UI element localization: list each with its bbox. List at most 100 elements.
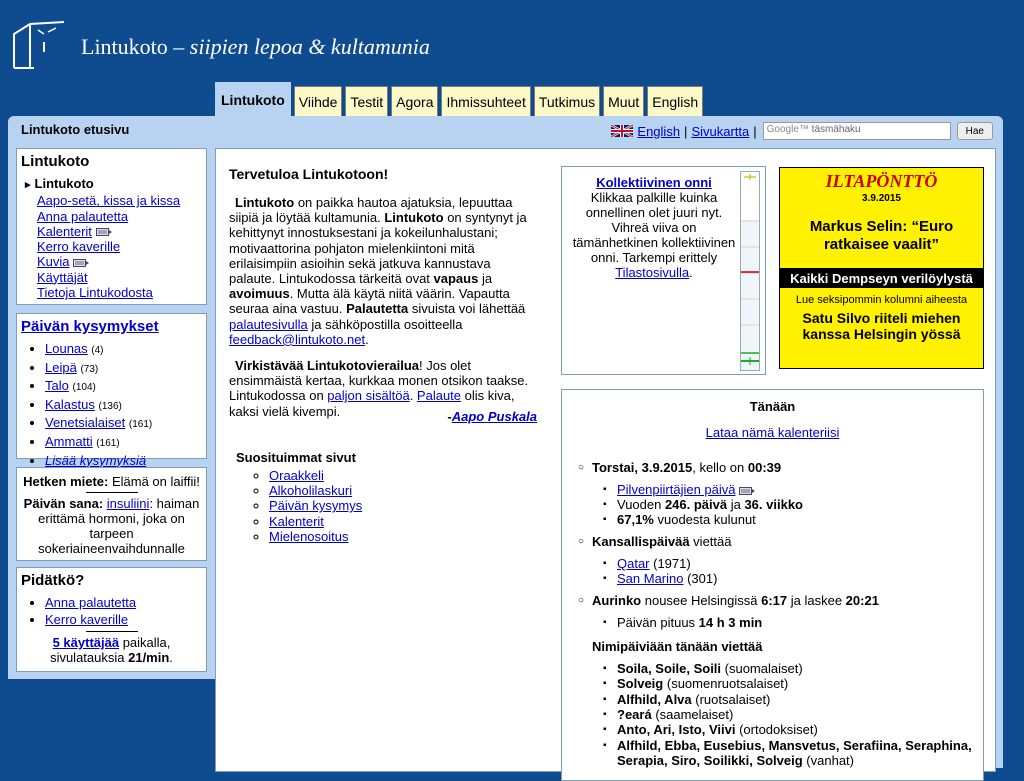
tab-viihde[interactable]: Viihde bbox=[293, 86, 343, 116]
tab-english[interactable]: English bbox=[647, 86, 704, 116]
iltapontto-ad[interactable]: ILTAPÖNTTÖ 3.9.2015 Markus Selin: “Euro … bbox=[779, 167, 984, 369]
word-label: Päivän sana: bbox=[23, 496, 104, 511]
like-tell-friend-link[interactable]: Kerro kaverille bbox=[45, 612, 128, 627]
question-item[interactable]: Kalastus bbox=[45, 397, 95, 412]
nav-item-aapo-seta[interactable]: Aapo-setä, kissa ja kissa bbox=[37, 193, 180, 208]
intro-bold: Virkistävää Lintukotovierailua bbox=[235, 358, 419, 374]
country-link[interactable]: Qatar bbox=[617, 556, 650, 571]
happiness-title-link[interactable]: Kollektiivinen onni bbox=[596, 175, 712, 190]
nameday-group: (saamelaiset) bbox=[651, 707, 734, 722]
popular-item[interactable]: Oraakkeli bbox=[269, 468, 324, 483]
page-rate-end: . bbox=[169, 650, 173, 666]
tab-ihmissuhteet[interactable]: Ihmissuhteet bbox=[441, 86, 531, 116]
popular-item[interactable]: Päivän kysymys bbox=[269, 498, 362, 513]
intro-text-part: sivuista voi lähettää bbox=[408, 301, 526, 317]
like-feedback-link[interactable]: Anna palautetta bbox=[45, 595, 136, 610]
feedback-link[interactable]: Palaute bbox=[417, 388, 461, 403]
today-date: Torstai, 3.9.2015 bbox=[592, 460, 693, 475]
nav-item-tietoja[interactable]: Tietoja Lintukodosta bbox=[37, 285, 153, 300]
popular-item[interactable]: Mielenosoitus bbox=[269, 529, 349, 544]
tab-testit[interactable]: Testit bbox=[345, 86, 389, 116]
popular-item[interactable]: Alkoholilaskuri bbox=[269, 483, 352, 498]
sun-text: ja laskee bbox=[787, 593, 846, 608]
nameday-group: (suomenruotsalaiset) bbox=[663, 676, 789, 691]
national-item: San Marino (301) bbox=[603, 571, 718, 586]
left-sidebar: Lintukoto Lintukoto Aapo-setä, kissa ja … bbox=[8, 144, 215, 679]
load-calendar-link[interactable]: Lataa nämä kalenteriisi bbox=[706, 425, 840, 440]
question-count: (73) bbox=[80, 363, 99, 375]
statistics-link[interactable]: Tilastosivulla bbox=[615, 265, 689, 280]
english-link[interactable]: English bbox=[637, 124, 680, 139]
tab-muut[interactable]: Muut bbox=[603, 86, 645, 116]
nameday-names: Solveig bbox=[617, 676, 664, 691]
users-online-link[interactable]: 5 käyttäjää bbox=[53, 635, 120, 650]
nav-item-anna-palautetta[interactable]: Anna palautetta bbox=[37, 209, 128, 224]
sunrise-time: 6:17 bbox=[761, 593, 788, 608]
question-count: (161) bbox=[96, 437, 120, 449]
nav-list: Lintukoto Aapo-setä, kissa ja kissa Anna… bbox=[17, 176, 206, 300]
like-list: Anna palautetta Kerro kaverille bbox=[17, 595, 206, 628]
happiness-text: Kollektiivinen onni Klikkaa palkille kui… bbox=[570, 175, 738, 280]
cloud-day-link[interactable]: Pilvenpiirtäjien päivä bbox=[617, 482, 736, 497]
country-link[interactable]: San Marino bbox=[617, 571, 683, 586]
intro-bold: avoimuus bbox=[229, 286, 290, 302]
intro-bold: vapaus bbox=[433, 271, 479, 287]
intro-text-part: ja bbox=[478, 271, 493, 287]
nav-item-kuvia[interactable]: Kuvia bbox=[37, 254, 70, 269]
feedback-email-link[interactable]: feedback@lintukoto.net bbox=[229, 332, 365, 347]
nav-item-kalenterit[interactable]: Kalenterit bbox=[37, 224, 92, 239]
question-count: (104) bbox=[72, 382, 96, 394]
ad-title: ILTAPÖNTTÖ bbox=[825, 171, 938, 191]
intro-bold: Palautetta bbox=[346, 301, 409, 317]
intro-text-part: . bbox=[365, 331, 369, 347]
word-link[interactable]: insuliini bbox=[107, 496, 150, 511]
title-dash: – bbox=[167, 34, 190, 59]
ad-headline: Markus Selin: “Euro ratkaisee vaalit” bbox=[809, 218, 954, 253]
search-input[interactable]: Google™ täsmähaku bbox=[762, 122, 951, 140]
nav-box-title: Lintukoto bbox=[21, 153, 90, 170]
like-box: Pidätkö? Anna palautetta Kerro kaverille… bbox=[16, 567, 207, 672]
country-year: (301) bbox=[683, 571, 718, 586]
feed-icon bbox=[95, 228, 112, 237]
lintukoto-logo[interactable] bbox=[8, 20, 66, 72]
breadcrumb: Lintukoto etusivu bbox=[21, 122, 130, 137]
more-questions-link[interactable]: Lisää kysymyksiä bbox=[45, 453, 146, 468]
content-panel: Tervetuloa Lintukotoon! Lintukoto on pai… bbox=[215, 148, 996, 781]
tab-lintukoto[interactable]: Lintukoto bbox=[215, 82, 291, 116]
question-count: (161) bbox=[128, 419, 153, 431]
question-item[interactable]: Leipä bbox=[45, 360, 77, 375]
year-percent-line: 67,1% vuodesta kulunut bbox=[603, 512, 756, 527]
search-button[interactable]: Hae bbox=[956, 122, 993, 140]
questions-box-title[interactable]: Päivän kysymykset bbox=[21, 318, 159, 335]
feedback-page-link[interactable]: palautesivulla bbox=[229, 317, 308, 332]
nav-item-kayttajat[interactable]: Käyttäjät bbox=[37, 270, 88, 285]
intro-text-part: . bbox=[409, 388, 417, 404]
nameday-names: Anto, Ari, Isto, Viivi bbox=[617, 722, 736, 737]
main-tabs: Lintukoto Viihde Testit Agora Ihmissuhte… bbox=[215, 82, 706, 116]
nameday-names: ?eará bbox=[617, 707, 652, 722]
question-item[interactable]: Venetsialaiset bbox=[45, 415, 125, 430]
tab-tutkimus[interactable]: Tutkimus bbox=[533, 86, 601, 116]
question-item[interactable]: Talo bbox=[45, 378, 69, 393]
popular-item[interactable]: Kalenterit bbox=[269, 514, 324, 529]
questions-box: Päivän kysymykset Lounas (4) Leipä (73) … bbox=[16, 313, 207, 468]
questions-list: Lounas (4) Leipä (73) Talo (104) Kalastu… bbox=[17, 341, 206, 469]
main-area: Tervetuloa Lintukotoon! Lintukoto on pai… bbox=[215, 144, 1003, 781]
sun-line: Aurinko nousee Helsingissä 6:17 ja laske… bbox=[578, 593, 879, 608]
day-length-label: Päivän pituus bbox=[617, 615, 699, 630]
question-item[interactable]: Ammatti bbox=[45, 434, 93, 449]
happiness-bar[interactable] bbox=[740, 171, 760, 371]
sitemap-link[interactable]: Sivukartta bbox=[691, 124, 749, 139]
national-item: Qatar (1971) bbox=[603, 556, 691, 571]
tab-agora[interactable]: Agora bbox=[391, 86, 439, 116]
year-pre: Vuoden bbox=[617, 497, 665, 512]
signature-link[interactable]: Aapo Puskala bbox=[452, 409, 537, 424]
year-percent-text: vuodesta kulunut bbox=[653, 512, 756, 527]
welcome-title: Tervetuloa Lintukotoon! bbox=[229, 166, 389, 182]
nav-item-kerro-kaverille[interactable]: Kerro kaverille bbox=[37, 239, 120, 254]
nameday-group: (vanhat) bbox=[802, 753, 854, 769]
today-date-mid: , kello on bbox=[692, 460, 748, 475]
nameday-item: Solveig (suomenruotsalaiset) bbox=[603, 676, 977, 691]
content-link[interactable]: paljon sisältöä bbox=[327, 388, 409, 403]
question-item[interactable]: Lounas bbox=[45, 341, 88, 356]
